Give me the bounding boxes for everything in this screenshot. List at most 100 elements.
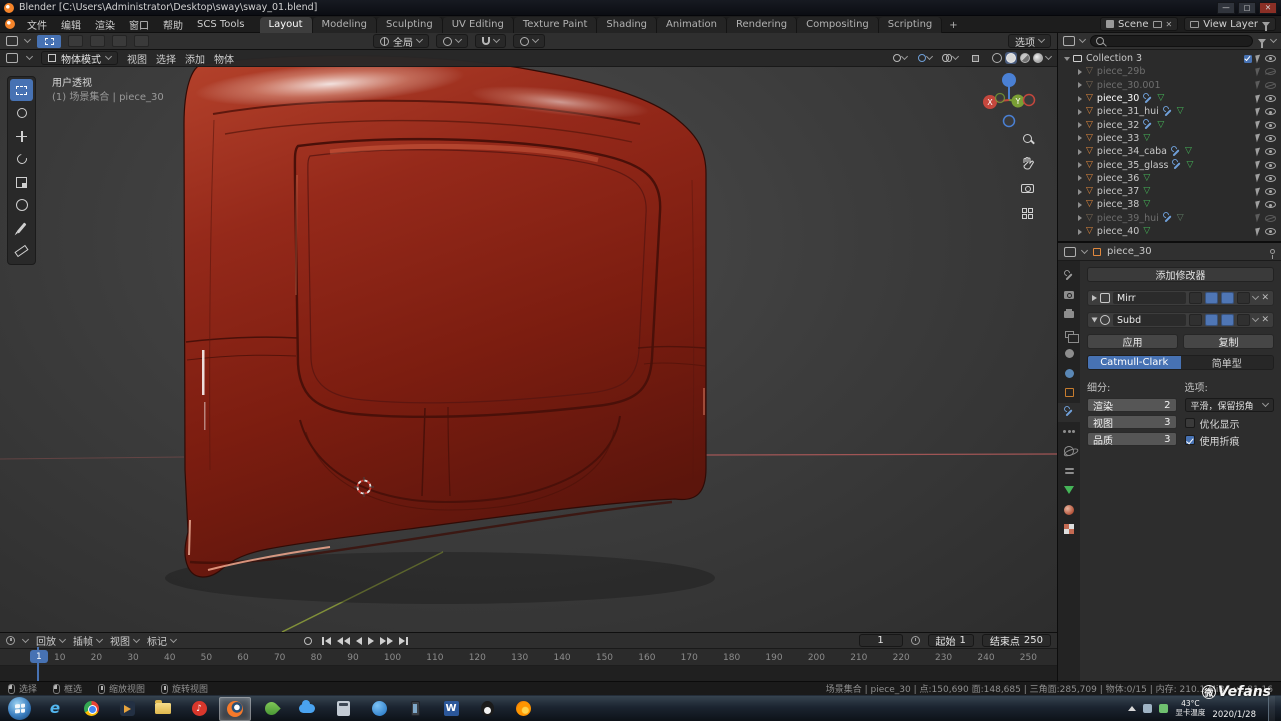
frame-end-field[interactable]: 结束点 250	[982, 634, 1051, 647]
perspective-toggle-icon[interactable]	[1019, 205, 1035, 221]
zoom-icon[interactable]	[1019, 130, 1035, 146]
add-modifier-button[interactable]: 添加修改器	[1087, 267, 1274, 282]
selectable-icon[interactable]	[1255, 121, 1262, 130]
timeline-menu-keying[interactable]: 插帧	[73, 633, 102, 648]
taskbar-plant-app-icon[interactable]	[255, 697, 287, 721]
shading-chevron-icon[interactable]	[1045, 53, 1052, 60]
taskbar-blender-icon[interactable]	[219, 697, 251, 721]
taskbar-explorer-folder-icon[interactable]	[147, 697, 179, 721]
tab-view-layer[interactable]	[1058, 325, 1080, 345]
scene-name[interactable]: Scene	[1118, 19, 1149, 30]
selectable-icon[interactable]	[1255, 200, 1262, 209]
modifier-extras-chevron-icon[interactable]	[1252, 293, 1259, 300]
timeline-editor-type-icon[interactable]	[6, 636, 15, 645]
add-workspace-button[interactable]: +	[942, 18, 964, 33]
shading-solid-active[interactable]	[1005, 52, 1017, 64]
modifier-apply-button[interactable]: 应用	[1087, 334, 1178, 349]
outliner-editor-chevron-icon[interactable]	[1079, 36, 1086, 43]
timeline-ruler[interactable]: 1020 3040 5060 7080 90100 110120 130140 …	[0, 649, 1057, 666]
outliner-item-piece-30[interactable]: ▽ piece_30 ▽	[1058, 92, 1281, 105]
expand-arrow-icon[interactable]	[1078, 82, 1082, 88]
viewport-menu-view[interactable]: 视图	[127, 51, 147, 66]
selectable-icon[interactable]	[1255, 187, 1262, 196]
viewport-3d-canvas[interactable]	[0, 50, 1057, 632]
menu-edit[interactable]: 编辑	[54, 17, 88, 32]
visibility-eye-icon[interactable]	[1265, 95, 1276, 102]
tool-cursor[interactable]	[10, 102, 33, 124]
outliner-item-piece-31-hui[interactable]: ▽ piece_31_hui ▽	[1058, 105, 1281, 118]
use-creases-checkbox[interactable]	[1185, 435, 1195, 445]
blender-app-menu-icon[interactable]	[5, 19, 15, 29]
tab-render[interactable]	[1058, 286, 1080, 306]
editor-type-chevron-icon[interactable]	[24, 36, 31, 43]
visibility-eye-icon[interactable]	[1265, 55, 1276, 62]
selectable-icon[interactable]	[1255, 54, 1262, 63]
visibility-eye-icon[interactable]	[1265, 175, 1276, 182]
expand-arrow-icon[interactable]	[1078, 202, 1082, 208]
tab-scene[interactable]	[1058, 344, 1080, 364]
expand-arrow-icon[interactable]	[1078, 109, 1082, 115]
tool-rotate[interactable]	[10, 148, 33, 170]
viewport-menu-object[interactable]: 物体	[214, 51, 234, 66]
shading-material-icon[interactable]	[1020, 53, 1030, 63]
expand-arrow-icon[interactable]	[1078, 229, 1082, 235]
outliner-item-piece-35-glass[interactable]: ▽ piece_35_glass ▽	[1058, 158, 1281, 171]
object-visibility-dropdown[interactable]	[892, 52, 908, 65]
outliner-search-input[interactable]	[1090, 35, 1253, 47]
taskbar-calculator-icon[interactable]	[327, 697, 359, 721]
expand-arrow-icon[interactable]	[1078, 135, 1082, 141]
visibility-eye-icon[interactable]	[1265, 228, 1276, 235]
modifier-copy-button[interactable]: 复制	[1183, 334, 1274, 349]
expand-arrow-icon[interactable]	[1078, 189, 1082, 195]
proportional-edit-dropdown[interactable]	[513, 34, 545, 48]
tab-rendering[interactable]: Rendering	[727, 17, 797, 33]
tray-app2-icon[interactable]	[1159, 704, 1168, 713]
catmull-clark-button[interactable]: Catmull-Clark	[1088, 356, 1181, 369]
modifier-render-toggle[interactable]	[1221, 314, 1234, 326]
outliner-item-piece-32[interactable]: ▽ piece_32 ▽	[1058, 118, 1281, 131]
current-frame-field[interactable]: 1	[859, 634, 903, 647]
selectable-icon[interactable]	[1255, 214, 1262, 223]
select-mode-new-button[interactable]	[68, 35, 83, 47]
xray-toggle-button[interactable]	[967, 52, 983, 65]
visibility-eye-icon[interactable]	[1265, 162, 1276, 169]
overlays-toggle-dropdown[interactable]	[942, 52, 958, 65]
pin-icon[interactable]	[1270, 249, 1275, 254]
expand-arrow-icon[interactable]	[1078, 162, 1082, 168]
selectable-icon[interactable]	[1255, 81, 1262, 90]
tab-layout[interactable]: Layout	[260, 17, 313, 33]
viewport-menu-select[interactable]: 选择	[156, 51, 176, 66]
expand-arrow-icon[interactable]	[1078, 175, 1082, 181]
timeline-menu-view[interactable]: 视图	[110, 633, 139, 648]
next-keyframe-button[interactable]	[380, 637, 393, 645]
selectable-icon[interactable]	[1255, 147, 1262, 156]
timeline-editor-chevron-icon[interactable]	[22, 635, 29, 642]
outliner-item-piece-33[interactable]: ▽ piece_33 ▽	[1058, 132, 1281, 145]
modifier-delete-icon[interactable]: ✕	[1261, 316, 1269, 325]
uv-smooth-dropdown[interactable]: 平滑，保留拐角	[1185, 398, 1275, 412]
tab-compositing[interactable]: Compositing	[797, 17, 879, 33]
tool-options-dropdown[interactable]: 选项	[1008, 34, 1051, 48]
outliner-item-piece-40[interactable]: ▽ piece_40 ▽	[1058, 225, 1281, 238]
properties-editor-chevron-icon[interactable]	[1081, 246, 1088, 253]
view-layer-filter-icon[interactable]	[1262, 22, 1270, 27]
tab-uv-editing[interactable]: UV Editing	[443, 17, 514, 33]
tray-expand-icon[interactable]	[1128, 706, 1136, 711]
expand-arrow-icon[interactable]	[1078, 215, 1082, 221]
tab-object-data[interactable]	[1058, 481, 1080, 501]
visibility-eye-icon[interactable]	[1265, 82, 1276, 89]
auto-keying-record-icon[interactable]	[304, 637, 312, 645]
modifier-name-field[interactable]: Subd	[1113, 314, 1186, 326]
selectable-icon[interactable]	[1255, 174, 1262, 183]
viewport-menu-add[interactable]: 添加	[185, 51, 205, 66]
tab-physics[interactable]	[1058, 442, 1080, 462]
simple-button[interactable]: 简单型	[1181, 356, 1274, 369]
expand-arrow-icon[interactable]	[1078, 149, 1082, 155]
tool-move[interactable]	[10, 125, 33, 147]
taskbar-phone-app-icon[interactable]	[399, 697, 431, 721]
outliner-editor-type-icon[interactable]	[1063, 36, 1075, 46]
taskbar-chrome-icon[interactable]	[75, 697, 107, 721]
prev-keyframe-button[interactable]	[337, 637, 350, 645]
visibility-eye-icon[interactable]	[1265, 135, 1276, 142]
modifier-extras-chevron-icon[interactable]	[1252, 315, 1259, 322]
